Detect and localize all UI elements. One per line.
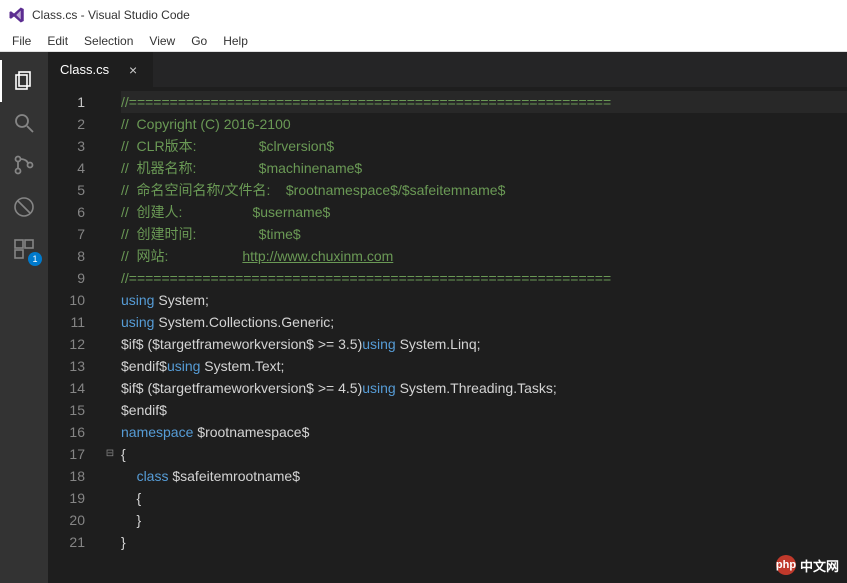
code-line[interactable]: } xyxy=(121,531,847,553)
fold-marker xyxy=(103,201,117,223)
line-number: 14 xyxy=(48,377,85,399)
window-title: Class.cs - Visual Studio Code xyxy=(32,8,190,22)
editor-pane[interactable]: 123456789101112131415161718192021 ⊟ //==… xyxy=(48,87,847,583)
line-number: 11 xyxy=(48,311,85,333)
tab-bar: Class.cs × xyxy=(48,52,847,87)
fold-marker xyxy=(103,333,117,355)
code-line[interactable]: // 机器名称: $machinename$ xyxy=(121,157,847,179)
fold-marker xyxy=(103,531,117,553)
menu-selection[interactable]: Selection xyxy=(76,32,141,50)
vscode-app-icon xyxy=(8,6,26,24)
fold-marker xyxy=(103,421,117,443)
line-number: 20 xyxy=(48,509,85,531)
menu-go[interactable]: Go xyxy=(183,32,215,50)
activity-source-control[interactable] xyxy=(0,144,48,186)
line-number: 18 xyxy=(48,465,85,487)
fold-marker xyxy=(103,135,117,157)
code-line[interactable]: // 网站: http://www.chuxinm.com xyxy=(121,245,847,267)
code-line[interactable]: } xyxy=(121,509,847,531)
fold-column: ⊟ xyxy=(103,87,117,583)
line-number-gutter: 123456789101112131415161718192021 xyxy=(48,87,103,583)
code-line[interactable]: $if$ ($targetframeworkversion$ >= 4.5)us… xyxy=(121,377,847,399)
line-number: 10 xyxy=(48,289,85,311)
code-line[interactable]: // 创建时间: $time$ xyxy=(121,223,847,245)
fold-marker xyxy=(103,311,117,333)
line-number: 5 xyxy=(48,179,85,201)
menu-bar: File Edit Selection View Go Help xyxy=(0,30,847,52)
menu-edit[interactable]: Edit xyxy=(39,32,76,50)
fold-marker xyxy=(103,509,117,531)
git-icon xyxy=(12,153,36,177)
extensions-badge: 1 xyxy=(28,252,42,266)
fold-marker xyxy=(103,245,117,267)
line-number: 19 xyxy=(48,487,85,509)
workspace: 1 Class.cs × 123456789101112131415161718… xyxy=(0,52,847,583)
fold-marker xyxy=(103,355,117,377)
code-line[interactable]: // Copyright (C) 2016-2100 xyxy=(121,113,847,135)
line-number: 6 xyxy=(48,201,85,223)
line-number: 1 xyxy=(48,91,85,113)
title-bar: Class.cs - Visual Studio Code xyxy=(0,0,847,30)
code-line[interactable]: // 创建人: $username$ xyxy=(121,201,847,223)
fold-marker xyxy=(103,223,117,245)
line-number: 12 xyxy=(48,333,85,355)
fold-marker xyxy=(103,487,117,509)
search-icon xyxy=(12,111,36,135)
tab-label: Class.cs xyxy=(60,62,109,77)
fold-marker xyxy=(103,113,117,135)
tab-class-cs[interactable]: Class.cs × xyxy=(48,52,153,87)
code-line[interactable]: using System.Collections.Generic; xyxy=(121,311,847,333)
code-line[interactable]: // CLR版本: $clrversion$ xyxy=(121,135,847,157)
line-number: 9 xyxy=(48,267,85,289)
activity-debug[interactable] xyxy=(0,186,48,228)
code-line[interactable]: class $safeitemrootname$ xyxy=(121,465,847,487)
code-line[interactable]: using System; xyxy=(121,289,847,311)
fold-marker xyxy=(103,465,117,487)
fold-marker xyxy=(103,179,117,201)
line-number: 16 xyxy=(48,421,85,443)
line-number: 15 xyxy=(48,399,85,421)
line-number: 8 xyxy=(48,245,85,267)
activity-bar: 1 xyxy=(0,52,48,583)
code-line[interactable]: namespace $rootnamespace$ xyxy=(121,421,847,443)
activity-explorer[interactable] xyxy=(0,60,48,102)
close-icon[interactable]: × xyxy=(125,62,141,78)
fold-marker xyxy=(103,377,117,399)
menu-file[interactable]: File xyxy=(4,32,39,50)
line-number: 13 xyxy=(48,355,85,377)
code-line[interactable]: $endif$ xyxy=(121,399,847,421)
fold-marker xyxy=(103,289,117,311)
code-line[interactable]: { xyxy=(121,487,847,509)
menu-view[interactable]: View xyxy=(141,32,183,50)
line-number: 21 xyxy=(48,531,85,553)
line-number: 7 xyxy=(48,223,85,245)
code-content[interactable]: //======================================… xyxy=(117,87,847,583)
fold-marker[interactable]: ⊟ xyxy=(103,443,117,465)
line-number: 3 xyxy=(48,135,85,157)
fold-marker xyxy=(103,91,117,113)
menu-help[interactable]: Help xyxy=(215,32,256,50)
line-number: 4 xyxy=(48,157,85,179)
code-line[interactable]: // 命名空间名称/文件名: $rootnamespace$/$safeitem… xyxy=(121,179,847,201)
line-number: 17 xyxy=(48,443,85,465)
activity-extensions[interactable]: 1 xyxy=(0,228,48,270)
activity-search[interactable] xyxy=(0,102,48,144)
code-line[interactable]: //======================================… xyxy=(121,267,847,289)
code-line[interactable]: //======================================… xyxy=(121,91,847,113)
fold-marker xyxy=(103,399,117,421)
fold-marker xyxy=(103,157,117,179)
code-line[interactable]: { xyxy=(121,443,847,465)
fold-marker xyxy=(103,267,117,289)
line-number: 2 xyxy=(48,113,85,135)
files-icon xyxy=(12,69,36,93)
code-line[interactable]: $endif$using System.Text; xyxy=(121,355,847,377)
editor-area: Class.cs × 12345678910111213141516171819… xyxy=(48,52,847,583)
code-line[interactable]: $if$ ($targetframeworkversion$ >= 3.5)us… xyxy=(121,333,847,355)
bug-icon xyxy=(12,195,36,219)
